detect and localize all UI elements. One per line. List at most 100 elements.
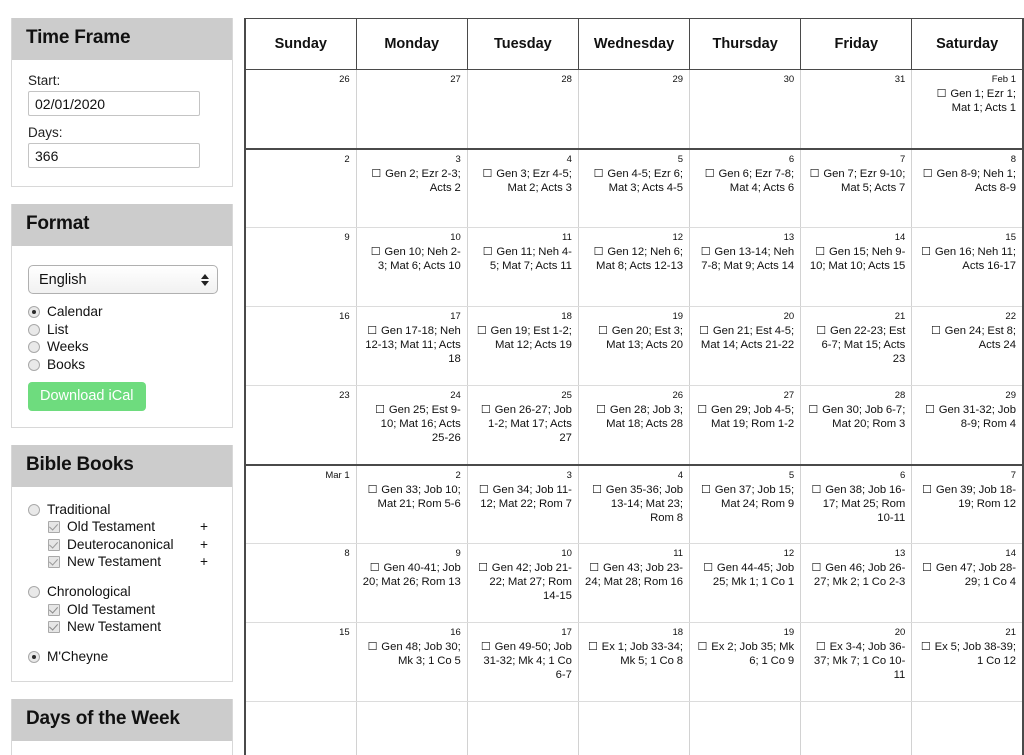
calendar-day-cell[interactable]: 3 ☐ Gen 34; Job 11-12; Mat 22; Rom 7 xyxy=(466,463,579,544)
calendar-day-cell[interactable]: 23 xyxy=(244,385,357,465)
days-input[interactable] xyxy=(28,143,200,168)
reading-assignment[interactable]: ☐ Gen 22-23; Est 6-7; Mat 15; Acts 23 xyxy=(807,324,905,366)
reading-assignment[interactable]: ☐ Gen 19; Est 1-2; Mat 12; Acts 19 xyxy=(474,324,572,352)
reading-assignment[interactable]: ☐ Gen 37; Job 15; Mat 24; Rom 9 xyxy=(696,483,794,511)
checkbox-option-traditional-new-testament[interactable]: New Testament + xyxy=(28,554,216,570)
reading-checkbox-icon[interactable]: ☐ xyxy=(925,404,935,416)
reading-checkbox-icon[interactable]: ☐ xyxy=(923,168,933,180)
checkbox-icon-chronological-old-testament[interactable] xyxy=(48,603,60,616)
reading-assignment[interactable]: ☐ Gen 4-5; Ezr 6; Mat 3; Acts 4-5 xyxy=(585,167,683,195)
reading-assignment[interactable]: ☐ Gen 11; Neh 4-5; Mat 7; Acts 11 xyxy=(474,245,572,273)
reading-assignment[interactable]: ☐ Gen 12; Neh 6; Mat 8; Acts 12-13 xyxy=(585,245,683,273)
calendar-day-cell[interactable]: 12 ☐ Gen 12; Neh 6; Mat 8; Acts 12-13 xyxy=(577,227,691,307)
reading-checkbox-icon[interactable]: ☐ xyxy=(812,484,822,496)
reading-checkbox-icon[interactable]: ☐ xyxy=(483,168,493,180)
calendar-day-cell[interactable]: 19 ☐ Gen 20; Est 3; Mat 13; Acts 20 xyxy=(577,306,691,386)
radio-icon-mcheyne[interactable] xyxy=(28,651,40,663)
calendar-day-cell[interactable]: 10 ☐ Gen 10; Neh 2-3; Mat 6; Acts 10 xyxy=(355,227,468,307)
reading-checkbox-icon[interactable]: ☐ xyxy=(596,404,606,416)
reading-checkbox-icon[interactable]: ☐ xyxy=(808,404,818,416)
reading-assignment[interactable]: ☐ Ex 5; Job 38-39; 1 Co 12 xyxy=(918,640,1016,668)
reading-assignment[interactable]: ☐ Gen 40-41; Job 20; Mat 26; Rom 13 xyxy=(363,561,461,589)
calendar-day-cell[interactable]: 17 ☐ Gen 49-50; Job 31-32; Mk 4; 1 Co 6-7 xyxy=(466,622,579,702)
calendar-day-cell[interactable]: 28 ☐ Gen 30; Job 6-7; Mat 20; Rom 3 xyxy=(800,385,913,465)
calendar-day-cell[interactable]: 21 ☐ Ex 5; Job 38-39; 1 Co 12 xyxy=(911,622,1024,702)
reading-checkbox-icon[interactable]: ☐ xyxy=(370,562,380,574)
reading-checkbox-icon[interactable]: ☐ xyxy=(368,641,378,653)
reading-assignment[interactable]: ☐ Ex 1; Job 33-34; Mk 5; 1 Co 8 xyxy=(585,640,683,668)
reading-assignment[interactable]: ☐ Gen 48; Job 30; Mk 3; 1 Co 5 xyxy=(363,640,461,668)
calendar-day-cell[interactable]: 7 ☐ Gen 39; Job 18-19; Rom 12 xyxy=(911,463,1024,544)
radio-icon-traditional[interactable] xyxy=(28,503,40,516)
reading-checkbox-icon[interactable]: ☐ xyxy=(592,484,602,496)
reading-assignment[interactable]: ☐ Gen 25; Est 9-10; Mat 16; Acts 25-26 xyxy=(363,403,461,445)
reading-assignment[interactable]: ☐ Gen 15; Neh 9-10; Mat 10; Acts 15 xyxy=(807,245,906,273)
reading-assignment[interactable]: ☐ Gen 16; Neh 11; Acts 16-17 xyxy=(918,245,1016,273)
calendar-day-cell[interactable]: 28 xyxy=(466,69,579,149)
checkbox-option-traditional-old-testament[interactable]: Old Testament + xyxy=(28,519,216,535)
reading-checkbox-icon[interactable]: ☐ xyxy=(483,246,493,258)
reading-checkbox-icon[interactable]: ☐ xyxy=(816,641,826,653)
checkbox-option-chronological-old-testament[interactable]: Old Testament xyxy=(28,602,216,618)
checkbox-option-chronological-new-testament[interactable]: New Testament xyxy=(28,619,216,635)
calendar-day-cell[interactable]: 4 ☐ Gen 35-36; Job 13-14; Mat 23; Rom 8 xyxy=(577,463,691,544)
calendar-day-cell[interactable] xyxy=(800,701,913,755)
calendar-day-cell[interactable]: 15 ☐ Gen 16; Neh 11; Acts 16-17 xyxy=(911,227,1024,307)
calendar-day-cell[interactable] xyxy=(355,701,468,755)
expand-icon-traditional-old-testament[interactable]: + xyxy=(200,519,208,535)
calendar-day-cell[interactable]: 13 ☐ Gen 46; Job 26-27; Mk 2; 1 Co 2-3 xyxy=(800,543,913,623)
reading-assignment[interactable]: ☐ Gen 34; Job 11-12; Mat 22; Rom 7 xyxy=(474,483,572,511)
calendar-day-cell[interactable]: 8 ☐ Gen 8-9; Neh 1; Acts 8-9 xyxy=(911,147,1024,228)
calendar-day-cell[interactable]: 8 xyxy=(244,543,357,623)
reading-assignment[interactable]: ☐ Gen 17-18; Neh 12-13; Mat 11; Acts 18 xyxy=(363,324,461,366)
reading-assignment[interactable]: ☐ Gen 6; Ezr 7-8; Mat 4; Acts 6 xyxy=(696,167,794,195)
reading-assignment[interactable]: ☐ Gen 21; Est 4-5; Mat 14; Acts 21-22 xyxy=(696,324,794,352)
radio-option-mcheyne[interactable]: M'Cheyne xyxy=(28,649,216,665)
reading-assignment[interactable]: ☐ Gen 2; Ezr 2-3; Acts 2 xyxy=(363,167,460,195)
calendar-day-cell[interactable]: 26 ☐ Gen 28; Job 3; Mat 18; Acts 28 xyxy=(577,385,691,465)
calendar-day-cell[interactable]: 14 ☐ Gen 15; Neh 9-10; Mat 10; Acts 15 xyxy=(800,227,913,307)
checkbox-icon-traditional-deuterocanonical[interactable] xyxy=(48,538,60,551)
calendar-day-cell[interactable]: 18 ☐ Gen 19; Est 1-2; Mat 12; Acts 19 xyxy=(466,306,579,386)
calendar-day-cell[interactable]: 11 ☐ Gen 11; Neh 4-5; Mat 7; Acts 11 xyxy=(466,227,579,307)
reading-checkbox-icon[interactable]: ☐ xyxy=(594,246,604,258)
calendar-day-cell[interactable]: 18 ☐ Ex 1; Job 33-34; Mk 5; 1 Co 8 xyxy=(577,622,691,702)
reading-checkbox-icon[interactable]: ☐ xyxy=(815,246,825,258)
calendar-day-cell[interactable]: 16 ☐ Gen 48; Job 30; Mk 3; 1 Co 5 xyxy=(355,622,468,702)
checkbox-icon-traditional-new-testament[interactable] xyxy=(48,556,60,568)
reading-checkbox-icon[interactable]: ☐ xyxy=(367,325,377,337)
reading-checkbox-icon[interactable]: ☐ xyxy=(589,562,599,574)
reading-assignment[interactable]: ☐ Ex 3-4; Job 36-37; Mk 7; 1 Co 10-11 xyxy=(807,640,905,682)
reading-assignment[interactable]: ☐ Gen 3; Ezr 4-5; Mat 2; Acts 3 xyxy=(474,167,572,195)
start-date-input[interactable] xyxy=(28,91,200,116)
reading-assignment[interactable]: ☐ Gen 38; Job 16-17; Mat 25; Rom 10-11 xyxy=(807,483,906,525)
calendar-day-cell[interactable]: 30 xyxy=(689,69,802,149)
checkbox-icon-traditional-old-testament[interactable] xyxy=(48,521,60,533)
expand-icon-traditional-deuterocanonical[interactable]: + xyxy=(200,537,208,553)
calendar-day-cell[interactable]: 2 ☐ Gen 33; Job 10; Mat 21; Rom 5-6 xyxy=(355,463,468,544)
calendar-day-cell[interactable]: 26 xyxy=(244,69,357,149)
calendar-day-cell[interactable]: 20 ☐ Gen 21; Est 4-5; Mat 14; Acts 21-22 xyxy=(689,306,802,386)
radio-icon-calendar[interactable] xyxy=(28,306,40,318)
reading-checkbox-icon[interactable]: ☐ xyxy=(922,562,932,574)
calendar-day-cell[interactable]: 29 xyxy=(577,69,691,149)
reading-assignment[interactable]: ☐ Gen 49-50; Job 31-32; Mk 4; 1 Co 6-7 xyxy=(474,640,572,682)
reading-checkbox-icon[interactable]: ☐ xyxy=(371,168,381,180)
reading-checkbox-icon[interactable]: ☐ xyxy=(922,484,932,496)
reading-checkbox-icon[interactable]: ☐ xyxy=(481,404,491,416)
reading-checkbox-icon[interactable]: ☐ xyxy=(816,325,826,337)
calendar-day-cell[interactable]: 7 ☐ Gen 7; Ezr 9-10; Mat 5; Acts 7 xyxy=(800,147,913,228)
reading-checkbox-icon[interactable]: ☐ xyxy=(368,484,378,496)
calendar-day-cell[interactable]: 2 xyxy=(244,147,357,228)
radio-option-weeks[interactable]: Weeks xyxy=(28,339,216,355)
reading-assignment[interactable]: ☐ Gen 47; Job 28-29; 1 Co 4 xyxy=(918,561,1016,589)
reading-assignment[interactable]: ☐ Gen 44-45; Job 25; Mk 1; 1 Co 1 xyxy=(696,561,794,589)
calendar-day-cell[interactable]: 3 ☐ Gen 2; Ezr 2-3; Acts 2 xyxy=(355,147,468,228)
reading-checkbox-icon[interactable]: ☐ xyxy=(703,562,713,574)
reading-checkbox-icon[interactable]: ☐ xyxy=(479,484,489,496)
reading-assignment[interactable]: ☐ Gen 8-9; Neh 1; Acts 8-9 xyxy=(918,167,1016,195)
reading-assignment[interactable]: ☐ Gen 24; Est 8; Acts 24 xyxy=(918,324,1016,352)
calendar-day-cell[interactable]: 25 ☐ Gen 26-27; Job 1-2; Mat 17; Acts 27 xyxy=(466,385,579,465)
calendar-day-cell[interactable]: 6 ☐ Gen 6; Ezr 7-8; Mat 4; Acts 6 xyxy=(689,147,802,228)
language-select[interactable]: English xyxy=(28,265,218,294)
